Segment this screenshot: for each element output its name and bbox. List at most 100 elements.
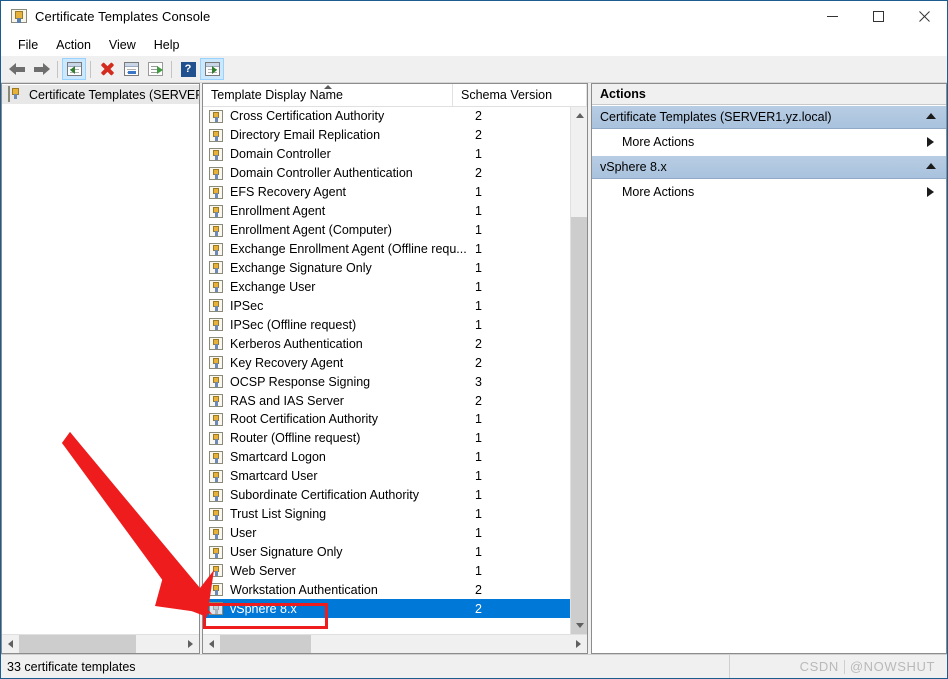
table-row[interactable]: Directory Email Replication 2 xyxy=(203,126,587,145)
column-header-schema-version[interactable]: Schema Version xyxy=(453,84,587,106)
table-row[interactable]: vSphere 8.x 2 xyxy=(203,599,587,619)
actions-section-header[interactable]: vSphere 8.x xyxy=(592,155,946,179)
template-display-name-cell: Enrollment Agent xyxy=(230,204,326,219)
chevron-up-icon[interactable] xyxy=(926,113,936,119)
table-row[interactable]: Enrollment Agent (Computer) 1 xyxy=(203,221,587,240)
table-row[interactable]: Enrollment Agent 1 xyxy=(203,202,587,221)
table-row[interactable]: Exchange Enrollment Agent (Offline requ.… xyxy=(203,240,587,259)
table-row[interactable]: Exchange Signature Only 1 xyxy=(203,259,587,278)
show-hide-console-tree-button[interactable] xyxy=(62,58,86,80)
template-display-name-cell: Subordinate Certification Authority xyxy=(230,488,419,503)
question-mark-help-icon: ? xyxy=(180,61,196,77)
scroll-up-button[interactable] xyxy=(571,107,587,124)
template-display-name-cell: User Signature Only xyxy=(230,545,343,560)
schema-version-cell: 1 xyxy=(475,412,482,427)
tree-horizontal-scrollbar[interactable] xyxy=(2,634,199,653)
menu-help[interactable]: Help xyxy=(145,36,189,54)
properties-window-icon xyxy=(123,62,139,76)
table-row[interactable]: RAS and IAS Server 2 xyxy=(203,391,587,410)
schema-version-cell: 2 xyxy=(475,128,482,143)
certificate-template-icon xyxy=(209,356,225,370)
scroll-track[interactable] xyxy=(220,635,570,653)
watermark: CSDN @NOWSHUT xyxy=(800,655,935,678)
table-row[interactable]: Kerberos Authentication 2 xyxy=(203,334,587,353)
table-row[interactable]: EFS Recovery Agent 1 xyxy=(203,183,587,202)
list-vertical-scrollbar[interactable] xyxy=(570,107,587,634)
schema-version-cell: 1 xyxy=(475,507,482,522)
scroll-left-button[interactable] xyxy=(203,635,220,653)
scroll-right-button[interactable] xyxy=(182,635,199,653)
export-list-button[interactable] xyxy=(143,58,167,80)
template-display-name-cell: Exchange Enrollment Agent (Offline requ.… xyxy=(230,242,467,257)
schema-version-cell: 2 xyxy=(475,336,482,351)
template-display-name-cell: Kerberos Authentication xyxy=(230,336,363,351)
actions-section-header[interactable]: Certificate Templates (SERVER1.yz.local) xyxy=(592,105,946,129)
scroll-thumb[interactable] xyxy=(19,635,137,653)
table-row[interactable]: Smartcard User 1 xyxy=(203,467,587,486)
column-header-template-display-name[interactable]: Template Display Name xyxy=(203,84,453,106)
console-tree-icon xyxy=(66,62,82,76)
close-button[interactable] xyxy=(901,1,947,32)
template-display-name-cell: Cross Certification Authority xyxy=(230,109,385,124)
submenu-arrow-icon[interactable] xyxy=(927,137,934,147)
menu-view[interactable]: View xyxy=(100,36,145,54)
certificate-template-icon xyxy=(209,469,225,483)
table-row[interactable]: User 1 xyxy=(203,524,587,543)
maximize-button[interactable] xyxy=(855,1,901,32)
delete-button[interactable] xyxy=(95,58,119,80)
chevron-left-icon xyxy=(209,640,214,648)
show-action-pane-button[interactable] xyxy=(200,58,224,80)
chevron-left-icon xyxy=(8,640,13,648)
menu-file[interactable]: File xyxy=(9,36,47,54)
scroll-track[interactable] xyxy=(19,635,182,653)
table-row[interactable]: Domain Controller 1 xyxy=(203,145,587,164)
menu-bar: File Action View Help xyxy=(1,33,947,56)
certificate-template-icon xyxy=(209,394,225,408)
properties-button[interactable] xyxy=(119,58,143,80)
table-row[interactable]: OCSP Response Signing 3 xyxy=(203,372,587,391)
custom-template-icon xyxy=(209,602,225,616)
help-button[interactable]: ? xyxy=(176,58,200,80)
chevron-up-icon xyxy=(575,113,584,118)
table-row[interactable]: Router (Offline request) 1 xyxy=(203,429,587,448)
schema-version-cell: 1 xyxy=(475,279,482,294)
scroll-down-button[interactable] xyxy=(571,617,587,634)
table-row[interactable]: Trust List Signing 1 xyxy=(203,505,587,524)
certificate-template-icon xyxy=(209,147,225,161)
list-horizontal-scrollbar[interactable] xyxy=(203,634,587,653)
template-display-name-cell: Smartcard User xyxy=(230,469,318,484)
table-row[interactable]: Cross Certification Authority 2 xyxy=(203,107,587,126)
table-row[interactable]: User Signature Only 1 xyxy=(203,543,587,562)
tree-node-certificate-templates[interactable]: Certificate Templates (SERVER1.y xyxy=(2,85,199,104)
window-title: Certificate Templates Console xyxy=(35,9,211,24)
table-row[interactable]: Root Certification Authority 1 xyxy=(203,410,587,429)
scroll-left-button[interactable] xyxy=(2,635,19,653)
table-row[interactable]: Web Server 1 xyxy=(203,562,587,581)
scroll-thumb[interactable] xyxy=(220,635,311,653)
scroll-right-button[interactable] xyxy=(570,635,587,653)
minimize-button[interactable] xyxy=(809,1,855,32)
table-row[interactable]: Key Recovery Agent 2 xyxy=(203,353,587,372)
submenu-arrow-icon[interactable] xyxy=(927,187,934,197)
action-item-more-actions[interactable]: More Actions xyxy=(592,129,946,155)
forward-button[interactable] xyxy=(29,58,53,80)
table-row[interactable]: Smartcard Logon 1 xyxy=(203,448,587,467)
chevron-up-icon[interactable] xyxy=(926,163,936,169)
watermark-right: @NOWSHUT xyxy=(849,659,935,674)
table-row[interactable]: Exchange User 1 xyxy=(203,277,587,296)
list-column-header: Template Display Name Schema Version xyxy=(203,84,587,107)
table-row[interactable]: Subordinate Certification Authority 1 xyxy=(203,486,587,505)
scroll-thumb[interactable] xyxy=(571,217,587,634)
menu-action[interactable]: Action xyxy=(47,36,100,54)
schema-version-cell: 1 xyxy=(475,526,482,541)
back-button[interactable] xyxy=(5,58,29,80)
templates-list-rows[interactable]: Cross Certification Authority 2 Directory … xyxy=(203,107,587,634)
table-row[interactable]: Domain Controller Authentication 2 xyxy=(203,164,587,183)
table-row[interactable]: IPSec 1 xyxy=(203,296,587,315)
table-row[interactable]: IPSec (Offline request) 1 xyxy=(203,315,587,334)
table-row[interactable]: Workstation Authentication 2 xyxy=(203,580,587,599)
schema-version-cell: 1 xyxy=(475,563,482,578)
action-item-more-actions[interactable]: More Actions xyxy=(592,179,946,205)
schema-version-cell: 1 xyxy=(475,317,482,332)
status-text: 33 certificate templates xyxy=(7,659,136,674)
